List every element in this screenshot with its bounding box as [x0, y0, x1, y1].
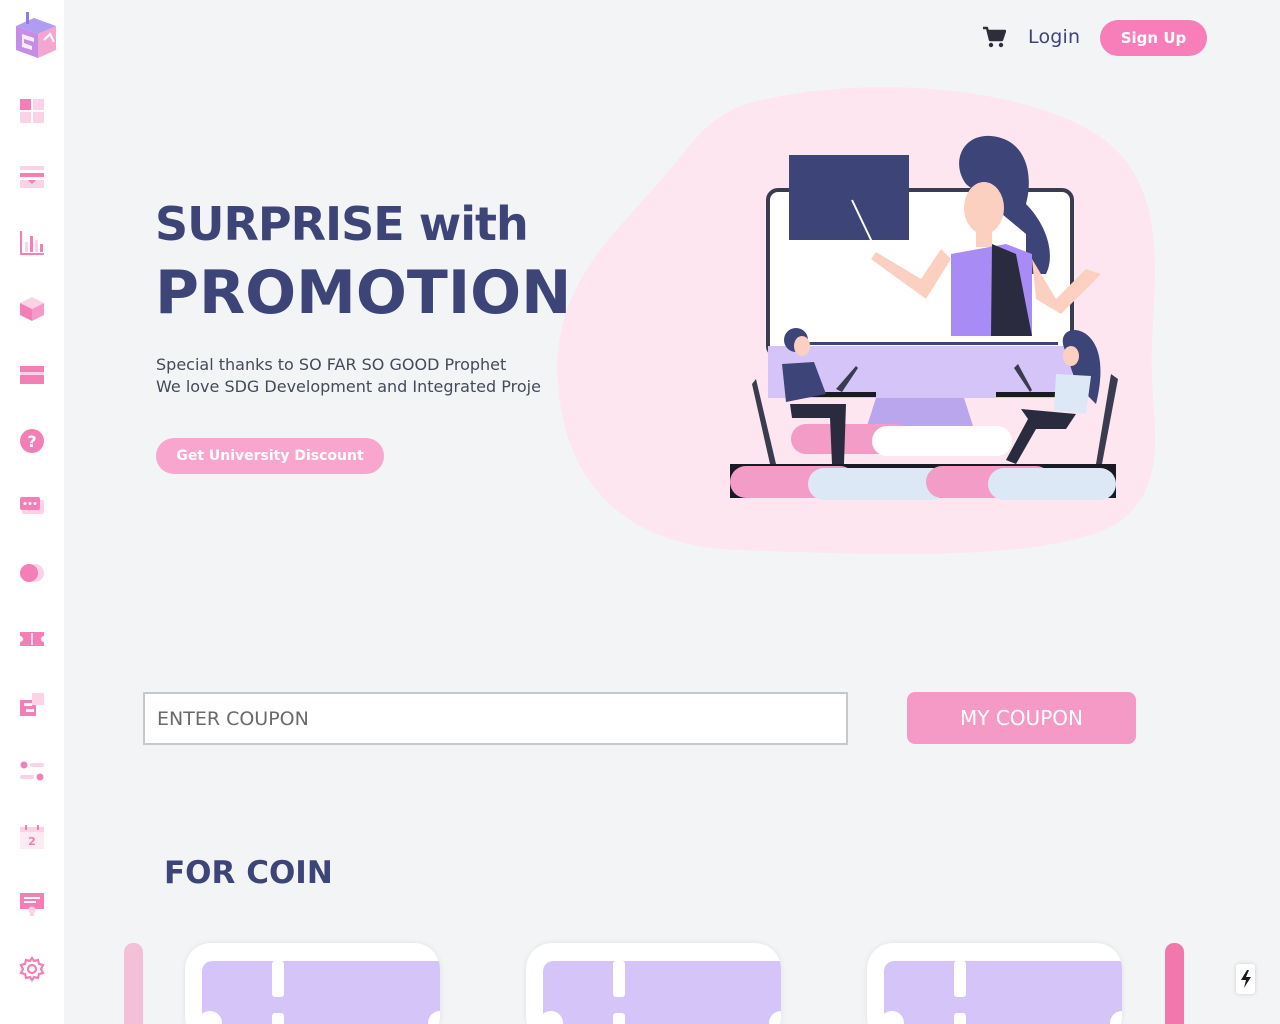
- chart-icon[interactable]: [18, 229, 46, 257]
- card-icon[interactable]: [18, 361, 46, 389]
- ticket-icon: [543, 961, 781, 1024]
- certificate-icon[interactable]: [18, 889, 46, 917]
- ticket-icon[interactable]: [18, 625, 46, 653]
- svg-text:?: ?: [27, 432, 36, 451]
- toggle-icon[interactable]: [18, 559, 46, 587]
- chat-icon[interactable]: [18, 493, 46, 521]
- help-icon[interactable]: ?: [18, 427, 46, 455]
- signup-button[interactable]: Sign Up: [1100, 20, 1207, 56]
- calendar-icon[interactable]: 2: [18, 823, 46, 851]
- cart-icon[interactable]: [982, 26, 1006, 48]
- sidebar: ? 2: [0, 0, 64, 1024]
- app-logo[interactable]: [14, 12, 58, 60]
- hero-subtitle-line1: Special thanks to SO FAR SO GOOD Prophet: [156, 355, 507, 374]
- hero-headline-line1: SURPRISE with: [155, 197, 529, 251]
- ticket-icon: [884, 961, 1122, 1024]
- hero-subtitle-line2: We love SDG Development and Integrated P…: [156, 377, 541, 396]
- my-coupon-button[interactable]: MY COUPON: [907, 692, 1136, 744]
- coin-card[interactable]: [867, 943, 1122, 1024]
- login-link[interactable]: Login: [1028, 26, 1080, 48]
- lightning-icon[interactable]: [1236, 964, 1255, 994]
- ticket-icon: [202, 961, 440, 1024]
- carousel-prev-edge[interactable]: [124, 943, 143, 1024]
- university-discount-button[interactable]: Get University Discount: [156, 438, 384, 474]
- puzzle-icon[interactable]: [18, 691, 46, 719]
- hero-headline-line2: PROMOTION: [155, 258, 572, 328]
- gear-icon[interactable]: [18, 955, 46, 983]
- hero-illustration: [557, 87, 1156, 555]
- dashboard-icon[interactable]: [18, 97, 46, 125]
- coin-section-title: FOR COIN: [164, 855, 333, 891]
- coin-card[interactable]: [526, 943, 781, 1024]
- inbox-icon[interactable]: [18, 163, 46, 191]
- sliders-icon[interactable]: [18, 757, 46, 785]
- hero-subtitle: Special thanks to SO FAR SO GOOD Prophet…: [156, 354, 560, 398]
- carousel-next-edge[interactable]: [1165, 943, 1184, 1024]
- coin-card[interactable]: [185, 943, 440, 1024]
- calendar-number: 2: [28, 835, 36, 848]
- coupon-input[interactable]: [143, 692, 848, 745]
- box-icon[interactable]: [18, 295, 46, 323]
